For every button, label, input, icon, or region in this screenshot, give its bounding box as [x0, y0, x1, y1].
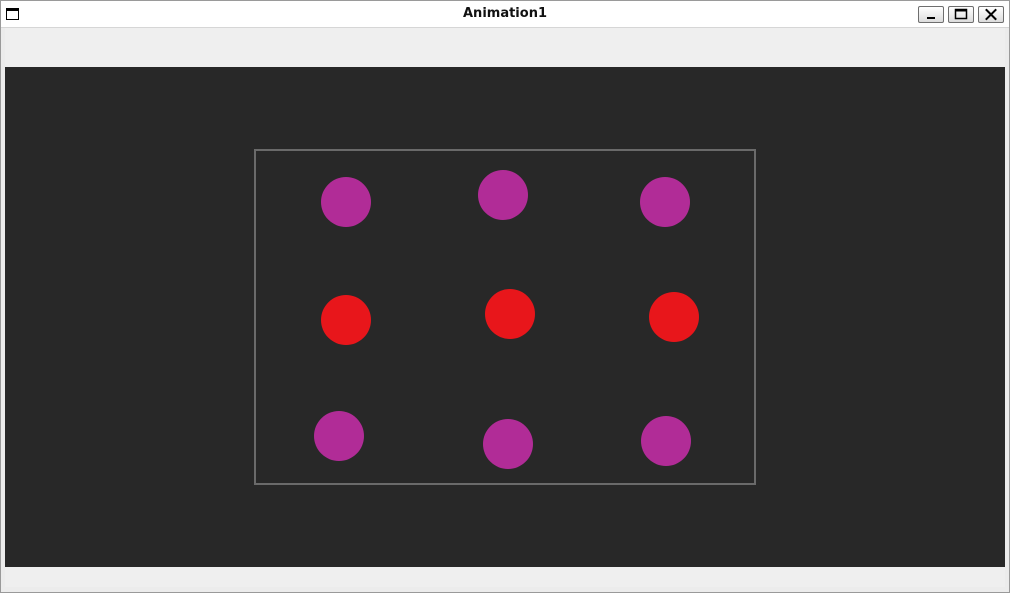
dot-4: [321, 295, 371, 345]
maximize-icon: [954, 8, 968, 20]
dot-3: [640, 177, 690, 227]
minimize-icon: [927, 17, 935, 19]
minimize-button[interactable]: [918, 6, 944, 23]
close-icon: [985, 8, 997, 21]
dot-7: [314, 411, 364, 461]
dot-8: [483, 419, 533, 469]
maximize-button[interactable]: [948, 6, 974, 23]
dot-2: [478, 170, 528, 220]
top-panel: [5, 28, 1005, 67]
bottom-panel: [5, 567, 1005, 587]
dot-6: [649, 292, 699, 342]
window-title: Animation1: [463, 6, 547, 21]
dot-5: [485, 289, 535, 339]
app-window: Animation1: [0, 0, 1010, 593]
dot-9: [641, 416, 691, 466]
title-bar[interactable]: Animation1: [1, 1, 1009, 28]
dot-1: [321, 177, 371, 227]
animation-canvas[interactable]: [5, 67, 1005, 567]
close-button[interactable]: [978, 6, 1004, 23]
animation-scene: [254, 149, 756, 485]
